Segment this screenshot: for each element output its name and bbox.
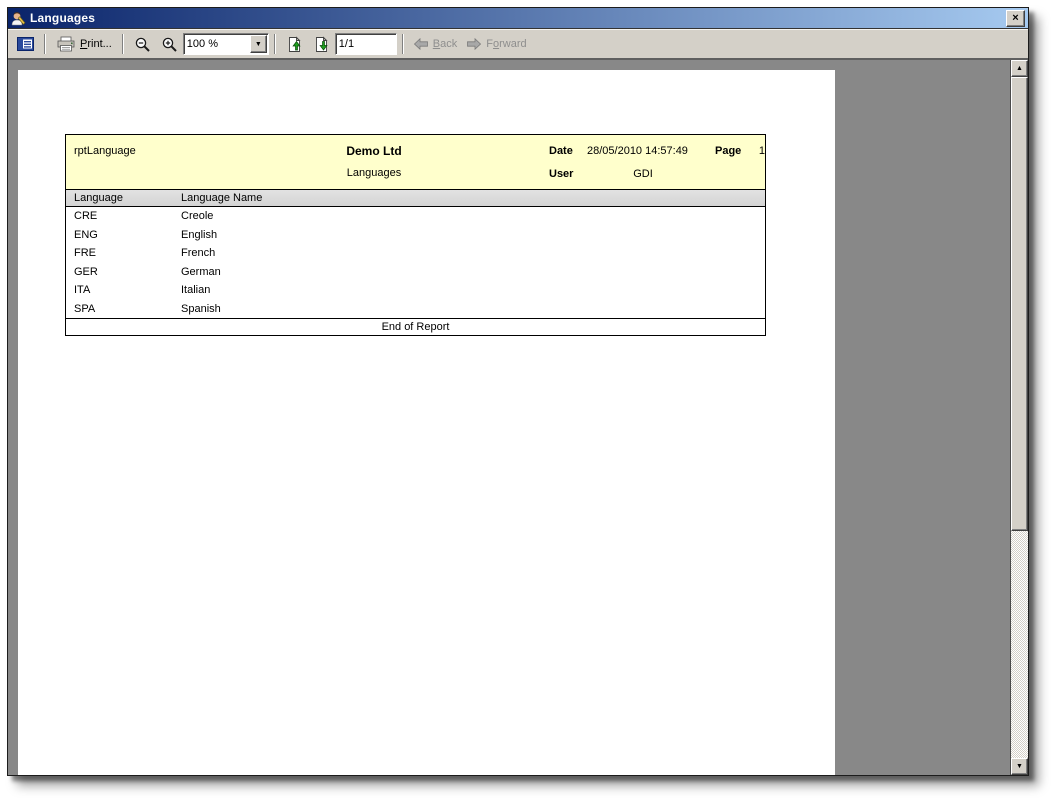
scrollbar-track[interactable] xyxy=(1011,531,1028,758)
toolbar: Print... 100 % ▼ 1/1 Back Forward xyxy=(8,29,1028,58)
forward-arrow-icon xyxy=(467,37,482,51)
preview-pane: rptLanguage Demo Ltd Languages Date 28/0… xyxy=(8,58,1028,775)
language-code: FRE xyxy=(74,247,96,260)
app-icon xyxy=(11,11,27,26)
chevron-down-icon[interactable]: ▼ xyxy=(249,35,267,53)
report-name: rptLanguage xyxy=(74,145,136,157)
table-row: CRE Creole xyxy=(66,207,765,226)
toolbar-separator xyxy=(401,34,404,54)
forward-label: Forward xyxy=(486,38,527,50)
column-header-language: Language xyxy=(74,192,123,204)
previous-page-button[interactable] xyxy=(281,32,308,56)
page-down-icon xyxy=(313,35,330,53)
print-label: Print... xyxy=(80,38,112,50)
toolbar-separator xyxy=(44,34,46,54)
language-name: Italian xyxy=(181,284,211,297)
forward-button[interactable]: Forward xyxy=(462,33,531,55)
table-row: SPA Spanish xyxy=(66,299,765,318)
vertical-scrollbar[interactable]: ▲ ▼ xyxy=(1010,60,1028,775)
scroll-up-icon[interactable]: ▲ xyxy=(1011,60,1028,77)
group-tree-icon xyxy=(17,37,34,51)
column-header-row: Language Language Name xyxy=(66,190,765,207)
page-number-input[interactable] xyxy=(335,38,394,50)
print-button[interactable]: Print... xyxy=(51,32,117,56)
language-code: ENG xyxy=(74,228,98,241)
table-row: ENG English xyxy=(66,225,765,244)
report-header-center: Demo Ltd Languages xyxy=(199,135,549,189)
zoom-level-input[interactable] xyxy=(183,38,250,50)
table-row: GER German xyxy=(66,262,765,281)
company-name: Demo Ltd xyxy=(346,144,402,158)
window-title: Languages xyxy=(30,11,96,25)
zoom-in-button[interactable] xyxy=(156,32,183,56)
language-code: ITA xyxy=(74,284,91,297)
scroll-down-icon[interactable]: ▼ xyxy=(1011,758,1028,775)
page-up-icon xyxy=(286,35,303,53)
back-arrow-icon xyxy=(413,37,428,51)
zoom-out-button[interactable] xyxy=(129,32,156,56)
group-tree-toggle-button[interactable] xyxy=(12,32,39,56)
report-preview-window: Languages × Print... 100 % ▼ 1/1 Back Fo… xyxy=(7,7,1029,776)
user-label: User xyxy=(549,168,574,180)
table-row: ITA Italian xyxy=(66,281,765,300)
report-header: rptLanguage Demo Ltd Languages Date 28/0… xyxy=(66,135,765,190)
language-name: English xyxy=(181,228,218,241)
screen: Languages × Print... 100 % ▼ 1/1 Back Fo… xyxy=(0,0,1054,798)
page-number: 1 xyxy=(758,145,765,157)
next-page-button[interactable] xyxy=(308,32,335,56)
back-label: Back xyxy=(432,38,458,50)
report-header-right: Date 28/05/2010 14:57:49 Page 1 User GDI xyxy=(549,135,765,189)
zoom-level-combobox[interactable]: ▼ xyxy=(182,33,269,55)
date-value: 28/05/2010 14:57:49 xyxy=(587,145,688,157)
toolbar-separator xyxy=(121,34,124,54)
date-label: Date xyxy=(549,145,573,157)
page-label: Page xyxy=(715,145,742,157)
zoom-in-icon xyxy=(161,36,178,53)
report-title: Languages xyxy=(346,167,402,179)
language-code: CRE xyxy=(74,210,98,223)
report-page: rptLanguage Demo Ltd Languages Date 28/0… xyxy=(18,70,835,775)
back-button[interactable]: Back xyxy=(409,33,462,55)
titlebar: Languages × xyxy=(8,8,1028,29)
column-header-language-name: Language Name xyxy=(181,192,263,204)
zoom-out-icon xyxy=(134,36,151,53)
user-row: User GDI xyxy=(549,168,765,181)
user-value: GDI xyxy=(633,168,653,180)
end-of-report: End of Report xyxy=(66,318,765,335)
close-icon[interactable]: × xyxy=(1006,9,1025,27)
printer-icon xyxy=(56,36,76,52)
language-name: Spanish xyxy=(181,302,221,315)
language-code: SPA xyxy=(74,302,96,315)
language-name: Creole xyxy=(181,210,214,223)
date-row: Date 28/05/2010 14:57:49 Page 1 xyxy=(549,145,765,158)
table-row: FRE French xyxy=(66,244,765,263)
report-table: rptLanguage Demo Ltd Languages Date 28/0… xyxy=(65,134,766,336)
scrollbar-thumb[interactable] xyxy=(1011,77,1028,531)
language-name: German xyxy=(181,265,221,278)
report-rows: CRE Creole ENG English FRE French GER German ITA… xyxy=(66,207,765,318)
language-name: French xyxy=(181,247,216,260)
toolbar-separator xyxy=(273,34,276,54)
page-number-box[interactable] xyxy=(334,33,397,55)
language-code: GER xyxy=(74,265,98,278)
